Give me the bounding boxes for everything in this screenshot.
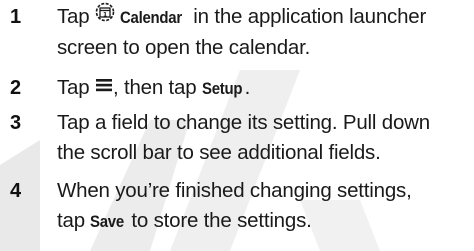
- save-keyword: Save: [90, 212, 125, 231]
- step-number: 4: [10, 180, 22, 202]
- step-text-line-2: the scroll bar to see additional fields.: [57, 141, 381, 164]
- step-text-line-1: Tap a field to change its setting. Pull …: [57, 111, 430, 134]
- menu-icon: [95, 72, 113, 102]
- calendar-icon: 1: [95, 1, 115, 31]
- step-text-line-2: tap Save to store the settings.: [57, 206, 469, 237]
- step-text-middle: , then tap: [112, 76, 202, 99]
- step-text: Tap 1 Calendar in the application launch…: [57, 2, 469, 63]
- svg-text:1: 1: [103, 11, 107, 18]
- step-number: 3: [10, 112, 22, 134]
- step-text-suffix: to store the settings.: [125, 209, 312, 232]
- step-text-line-1: When you’re finished changing settings,: [57, 179, 412, 202]
- step-text: Tap a field to change its setting. Pull …: [57, 108, 469, 168]
- step-text-prefix: Tap: [57, 76, 95, 99]
- step-text-prefix: Tap: [57, 5, 95, 28]
- step-text: When you’re finished changing settings, …: [57, 176, 469, 237]
- step-text: Tap , then tap Setup.: [57, 73, 469, 104]
- step-text-suffix: in the application launcher: [187, 5, 427, 28]
- calendar-keyword: Calendar: [120, 8, 183, 27]
- setup-keyword: Setup: [201, 79, 243, 98]
- step-number: 2: [10, 77, 22, 99]
- step-text-line-2: screen to open the calendar.: [57, 36, 311, 59]
- step-number: 1: [10, 6, 22, 28]
- step-text-suffix: .: [244, 76, 251, 99]
- step-text-prefix: tap: [57, 209, 91, 232]
